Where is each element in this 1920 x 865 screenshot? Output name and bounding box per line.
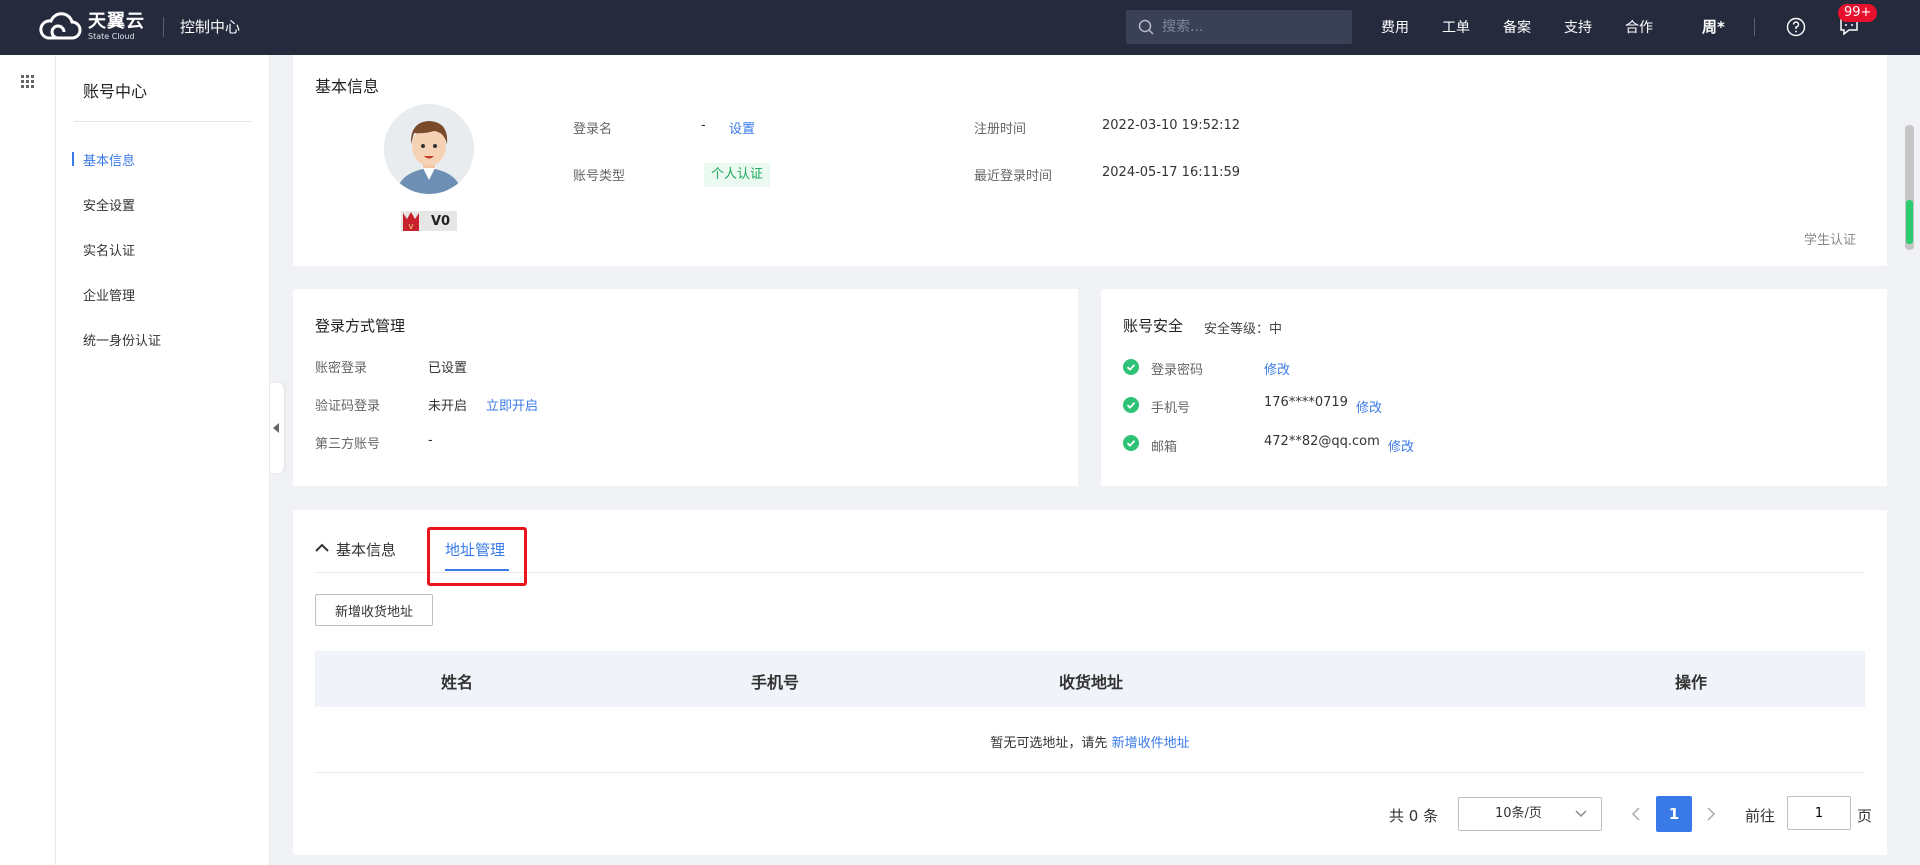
column-name: 姓名 (441, 673, 474, 692)
divider (163, 17, 164, 37)
crown-icon: v (403, 212, 419, 232)
cloud-logo-icon (39, 12, 82, 40)
login-methods-title: 登录方式管理 (315, 317, 406, 335)
empty-text: 暂无可选地址，请先 (990, 736, 1108, 751)
sidebar-item-enterprise[interactable]: 企业管理 (83, 285, 135, 304)
change-phone-link[interactable]: 修改 (1356, 397, 1382, 416)
notification-badge: 99+ (1838, 4, 1878, 22)
column-address: 收货地址 (1059, 673, 1124, 692)
account-security-title: 账号安全 (1123, 317, 1184, 335)
nav-fees[interactable]: 费用 (1381, 17, 1409, 37)
third-party-value: - (428, 433, 433, 448)
sidebar-item-basic-info[interactable]: 基本信息 (83, 150, 135, 169)
avatar (384, 104, 474, 194)
account-security-card: 账号安全 安全等级：中 登录密码 修改 手机号 176****0719 修改 邮… (1101, 289, 1887, 486)
table-header: 姓名 手机号 收货地址 操作 (315, 651, 1865, 707)
address-card: 基本信息 地址管理 新增收货地址 姓名 手机号 收货地址 操作 暂无可选地址，请… (293, 510, 1887, 855)
check-circle-icon (1123, 359, 1139, 375)
logo-text: 天翼云 (88, 11, 145, 32)
help-icon[interactable] (1786, 17, 1806, 37)
pager-total: 共 0 条 (1389, 807, 1439, 825)
account-type-label: 账号类型 (573, 169, 626, 184)
check-circle-icon (1123, 397, 1139, 413)
login-methods-card: 登录方式管理 账密登录 已设置 验证码登录 未开启 立即开启 第三方账号 - (293, 289, 1078, 486)
left-rail (0, 55, 56, 865)
chevron-down-icon (1575, 810, 1587, 818)
check-circle-icon (1123, 435, 1139, 451)
pager-goto-input[interactable] (1787, 796, 1851, 830)
password-login-label: 账密登录 (315, 361, 368, 376)
search-box[interactable] (1126, 10, 1352, 44)
nav-tickets[interactable]: 工单 (1442, 17, 1470, 37)
security-level: 安全等级：中 (1204, 322, 1283, 337)
last-login-value: 2024-05-17 16:11:59 (1102, 165, 1241, 180)
enable-code-login-link[interactable]: 立即开启 (486, 395, 538, 414)
page-size-value: 10条/页 (1495, 806, 1542, 821)
add-address-button[interactable]: 新增收货地址 (315, 594, 433, 626)
page-size-select[interactable]: 10条/页 (1458, 797, 1602, 831)
pager-goto-label: 前往 (1745, 807, 1776, 825)
login-name-label: 登录名 (573, 122, 613, 137)
email-value: 472**82@qq.com (1264, 434, 1380, 449)
pager-goto-unit: 页 (1857, 807, 1873, 825)
code-login-label: 验证码登录 (315, 399, 381, 414)
sidebar-item-identity[interactable]: 统一身份认证 (83, 330, 161, 349)
level-tag: v V0 (401, 211, 457, 232)
sidebar-item-real-name[interactable]: 实名认证 (83, 240, 135, 259)
logo[interactable]: 天翼云 State Cloud (38, 12, 145, 42)
column-actions: 操作 (1675, 673, 1708, 692)
divider (74, 121, 252, 122)
nav-support[interactable]: 支持 (1564, 17, 1592, 37)
sidebar-title: 账号中心 (83, 82, 148, 101)
phone-label: 手机号 (1151, 401, 1191, 416)
console-title[interactable]: 控制中心 (180, 16, 240, 37)
student-auth-link[interactable]: 学生认证 (1804, 229, 1856, 248)
phone-value: 176****0719 (1264, 395, 1348, 410)
chevron-right-icon[interactable] (1705, 806, 1717, 822)
chevron-left-icon (273, 423, 279, 433)
register-time-label: 注册时间 (974, 122, 1027, 137)
last-login-label: 最近登录时间 (974, 169, 1053, 184)
set-login-name-link[interactable]: 设置 (729, 118, 755, 137)
active-indicator (72, 152, 74, 166)
auth-status-badge: 个人认证 (704, 163, 771, 187)
basic-info-title: 基本信息 (315, 77, 380, 96)
top-bar: 天翼云 State Cloud 控制中心 费用 工单 备案 支持 合作 周* 9… (0, 0, 1920, 55)
email-label: 邮箱 (1151, 440, 1178, 455)
chevron-left-icon[interactable] (1630, 806, 1642, 822)
divider (1754, 18, 1755, 36)
user-menu[interactable]: 周* (1702, 16, 1725, 37)
chevron-up-icon[interactable] (315, 543, 329, 553)
code-login-status: 未开启 (428, 399, 468, 414)
password-login-status: 已设置 (428, 361, 468, 376)
change-email-link[interactable]: 修改 (1388, 436, 1414, 455)
nav-filing[interactable]: 备案 (1503, 17, 1531, 37)
highlight-box (427, 527, 527, 586)
sidebar-item-security[interactable]: 安全设置 (83, 195, 135, 214)
empty-message: 暂无可选地址，请先 新增收件地址 (315, 732, 1865, 751)
logo-subtext: State Cloud (88, 32, 135, 41)
tab-basic-info[interactable]: 基本信息 (336, 539, 396, 560)
level-value: V0 (431, 213, 451, 229)
sidebar: 账号中心 基本信息 安全设置 实名认证 企业管理 统一身份认证 (56, 55, 270, 865)
register-time-value: 2022-03-10 19:52:12 (1102, 118, 1241, 133)
pager-current-page[interactable]: 1 (1656, 796, 1692, 832)
sidebar-collapse-button[interactable] (270, 383, 284, 473)
search-input[interactable] (1162, 19, 1342, 35)
tabs-divider (315, 572, 1865, 573)
empty-table-row: 暂无可选地址，请先 新增收件地址 (315, 707, 1865, 773)
basic-info-card: 基本信息 v V0 登录名 - 设置 账号类型 个人认证 注册时间 2022-0… (293, 55, 1887, 266)
avatar-image (384, 104, 474, 194)
login-name-value: - (701, 118, 706, 133)
apps-grid-icon[interactable] (21, 75, 35, 89)
svg-text:v: v (408, 222, 414, 232)
scrollbar-indicator (1906, 200, 1913, 244)
password-label: 登录密码 (1151, 363, 1204, 378)
add-recipient-address-link[interactable]: 新增收件地址 (1112, 736, 1190, 751)
column-phone: 手机号 (751, 673, 800, 692)
nav-partner[interactable]: 合作 (1625, 17, 1653, 37)
third-party-label: 第三方账号 (315, 437, 381, 452)
change-password-link[interactable]: 修改 (1264, 359, 1290, 378)
search-icon (1138, 19, 1154, 35)
